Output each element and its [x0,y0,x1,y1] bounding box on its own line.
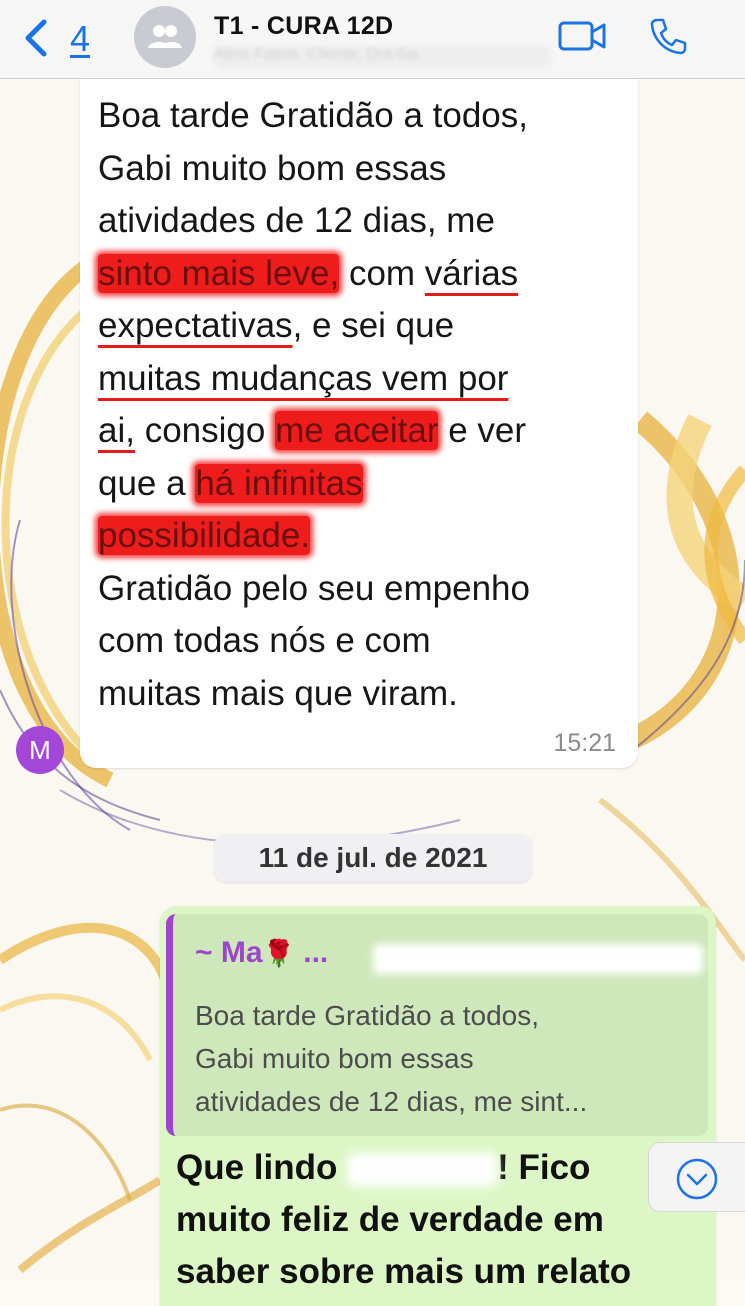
red-underline: ai, [98,411,135,450]
message-line: consigo [134,411,276,450]
chevron-left-icon [25,19,47,57]
red-highlight: possibilidade. [98,516,311,555]
back-button[interactable]: 4 [18,12,108,64]
phone-icon [650,18,687,55]
message-line: e ver [438,411,527,450]
red-underline: expectativas [98,306,293,345]
message-line: atividades de 12 dias, me [98,201,495,240]
quoted-message[interactable]: ~ Ma🌹 ... Boa tarde Gratidão a todos, Ga… [166,914,708,1136]
message-line: saber sobre mais um relato [176,1252,632,1291]
message-line: com todas nós e com [98,621,431,660]
quoted-author-ellipsis: ... [303,936,329,969]
message-line: muito feliz de verdade em [176,1200,604,1239]
message-line: muitas mais que viram. [98,673,458,713]
message-line: Que lindo [176,1148,348,1187]
red-highlight: me aceitar [275,411,439,450]
video-call-button[interactable] [558,18,608,59]
quoted-author-name: ~ Ma [195,936,263,969]
quoted-text: Boa tarde Gratidão a todos, Gabi muito b… [195,994,705,1123]
sender-avatar[interactable]: M [16,726,64,774]
group-icon [148,25,182,48]
red-highlight: sinto mais leve, [98,253,340,293]
redacted-name [347,1152,498,1187]
message-line: com [339,253,425,293]
red-underline: várias [424,253,519,293]
chat-participants: Aline Fatele, Cliente, Dra Ga... [214,46,550,68]
scroll-to-bottom-button[interactable] [648,1142,745,1212]
quoted-line: Gabi muito bom essas [195,1043,474,1074]
quoted-line: Boa tarde Gratidão a todos, [195,1000,539,1031]
message-line: ! Fico [497,1148,591,1187]
message-text: Boa tarde Gratidão a todos, Gabi muito b… [98,90,638,720]
red-underline: muitas mudanças vem por [98,358,509,398]
video-camera-icon [558,21,606,51]
message-line: que a [98,463,196,503]
quoted-line: atividades de 12 dias, me sint... [195,1086,588,1117]
outgoing-message-bubble[interactable]: ~ Ma🌹 ... Boa tarde Gratidão a todos, Ga… [160,906,716,1306]
chat-title[interactable]: T1 - CURA 12D [214,12,393,41]
redacted-phone-number [373,944,703,974]
date-divider: 11 de jul. de 2021 [214,834,532,882]
incoming-message-bubble[interactable]: Boa tarde Gratidão a todos, Gabi muito b… [80,78,638,768]
message-line: Gratidão pelo seu empenho [98,568,530,608]
unread-chats-count: 4 [70,18,91,59]
message-text: Que lindo ! Fico muito feliz de verdade … [176,1142,696,1298]
message-line: Gabi muito bom essas [98,148,447,188]
message-line: , e sei que [292,306,455,345]
group-avatar[interactable] [134,6,196,68]
voice-call-button[interactable] [648,16,688,61]
red-highlight: há infinitas [195,463,363,503]
chat-header: 4 T1 - CURA 12D Aline Fatele, Cliente, D… [0,0,745,79]
chevron-down-circle-icon [676,1158,718,1200]
rose-emoji: 🌹 [262,938,295,968]
message-timestamp: 15:21 [553,729,616,757]
quoted-author: ~ Ma🌹 ... [195,936,328,970]
message-line: Boa tarde Gratidão a todos, [98,96,528,135]
